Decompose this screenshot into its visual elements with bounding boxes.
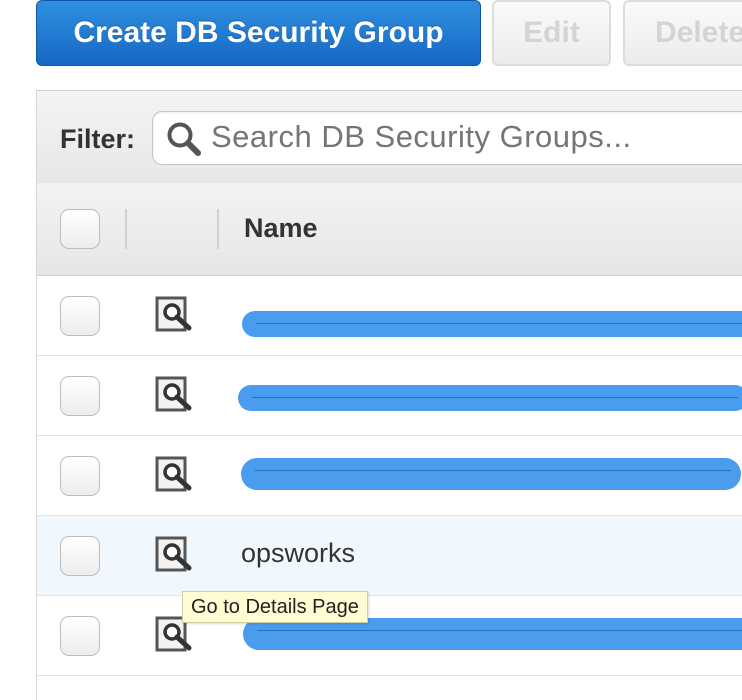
search-placeholder: Search DB Security Groups... bbox=[211, 119, 632, 154]
view-details-icon[interactable] bbox=[155, 376, 195, 414]
table-row[interactable] bbox=[37, 596, 742, 676]
table-header: Name bbox=[37, 183, 742, 276]
row-checkbox[interactable] bbox=[60, 376, 100, 416]
view-details-icon[interactable] bbox=[155, 456, 195, 494]
column-divider bbox=[125, 209, 127, 249]
redacted-name bbox=[242, 311, 742, 337]
row-checkbox[interactable] bbox=[60, 616, 100, 656]
select-all-checkbox[interactable] bbox=[60, 209, 100, 249]
security-groups-grid: Filter: Search DB Security Groups... Nam… bbox=[36, 90, 742, 700]
row-name[interactable]: opsworks bbox=[241, 538, 355, 569]
redacted-name bbox=[238, 385, 742, 411]
table-row[interactable] bbox=[37, 356, 742, 436]
filter-label: Filter: bbox=[60, 124, 136, 154]
view-details-icon[interactable] bbox=[155, 536, 195, 574]
delete-button[interactable]: Delete bbox=[623, 0, 742, 66]
table-row[interactable]: opsworks bbox=[37, 516, 742, 596]
row-checkbox[interactable] bbox=[60, 456, 100, 496]
row-checkbox[interactable] bbox=[60, 296, 100, 336]
table-row[interactable] bbox=[37, 436, 742, 516]
filter-bar: Filter: Search DB Security Groups... bbox=[37, 90, 742, 184]
view-details-icon[interactable] bbox=[155, 296, 195, 334]
row-checkbox[interactable] bbox=[60, 536, 100, 576]
search-input[interactable]: Search DB Security Groups... bbox=[152, 111, 742, 165]
details-tooltip: Go to Details Page bbox=[182, 591, 368, 623]
create-db-security-group-button[interactable]: Create DB Security Group bbox=[36, 0, 481, 66]
edit-button[interactable]: Edit bbox=[492, 0, 611, 66]
column-divider bbox=[217, 209, 219, 249]
table-row[interactable] bbox=[37, 276, 742, 356]
magnifier-icon bbox=[167, 122, 201, 156]
redacted-name bbox=[241, 458, 741, 490]
column-header-name[interactable]: Name bbox=[244, 213, 318, 244]
